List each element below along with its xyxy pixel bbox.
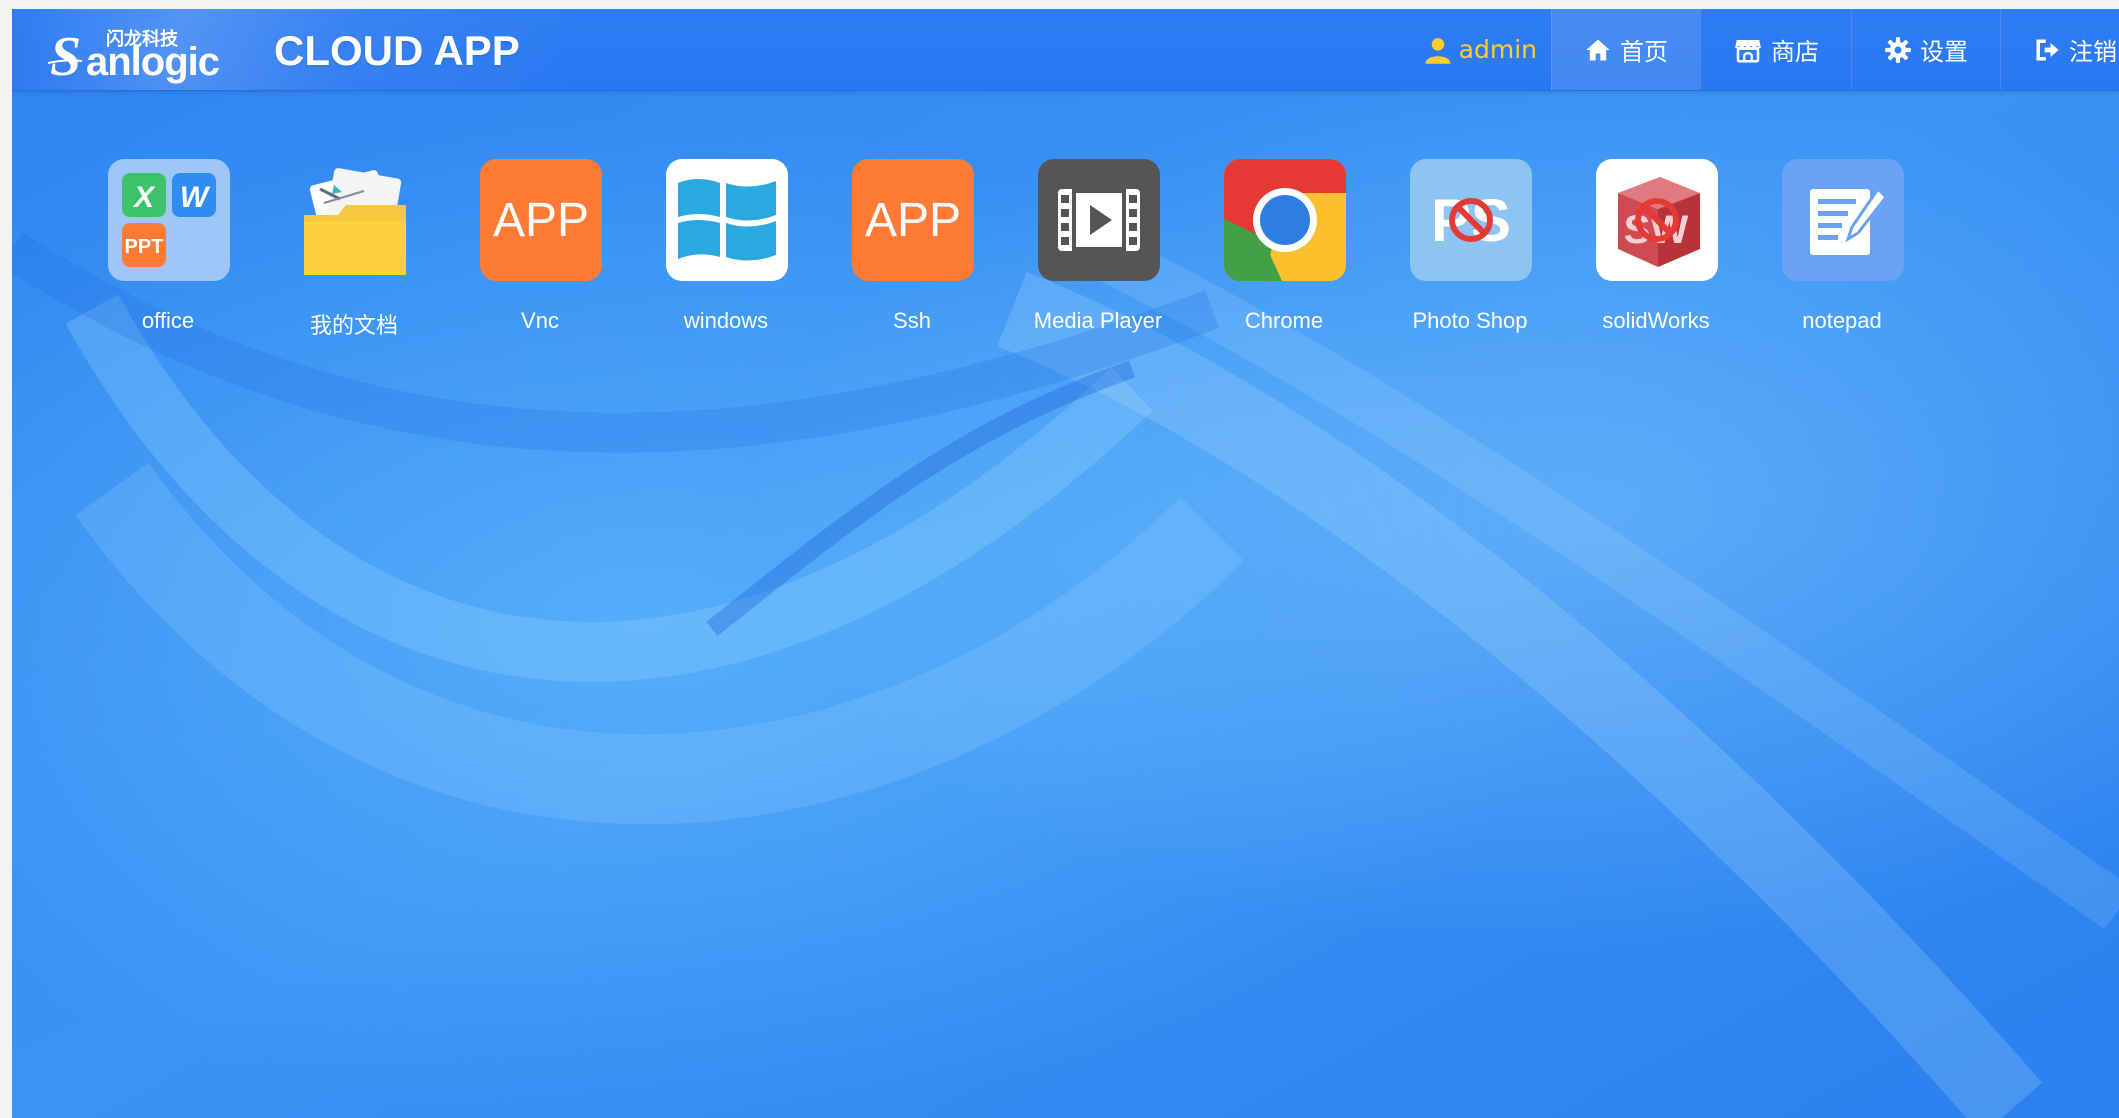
media-player-icon	[1038, 159, 1160, 281]
svg-text:APP: APP	[493, 194, 589, 247]
app-label: Ssh	[893, 308, 931, 333]
app-label: Chrome	[1244, 308, 1324, 333]
svg-text:X: X	[132, 181, 156, 214]
app-office[interactable]: X W PPT office	[75, 150, 261, 350]
photoshop-disabled-icon: PS	[1410, 159, 1532, 281]
app-label: windows	[683, 308, 769, 333]
app-label: solidWorks	[1602, 308, 1710, 333]
app-label: notepad	[1802, 308, 1882, 333]
app-grid: X W PPT office 我的文档 APP Vnc windows APP …	[12, 9, 2119, 1118]
app-photoshop[interactable]: PS Photo Shop	[1377, 150, 1563, 350]
windows-icon	[666, 159, 788, 281]
app-label: Photo Shop	[1412, 308, 1528, 333]
app-label: office	[141, 308, 195, 333]
chrome-icon	[1224, 159, 1346, 281]
svg-text:W: W	[180, 181, 211, 214]
app-solidworks[interactable]: SW solidWorks	[1563, 150, 1749, 350]
app-my-documents[interactable]: 我的文档	[261, 150, 447, 350]
app-label: Vnc	[521, 308, 559, 333]
app-label: 我的文档	[309, 313, 398, 338]
folder-icon	[294, 159, 416, 281]
svg-text:SW: SW	[1624, 208, 1689, 252]
app-ssh[interactable]: APP Ssh	[819, 150, 1005, 350]
svg-text:PPT: PPT	[125, 236, 164, 258]
svg-text:APP: APP	[865, 194, 961, 247]
app-vnc[interactable]: APP Vnc	[447, 150, 633, 350]
app-notepad[interactable]: notepad	[1749, 150, 1935, 350]
app-windows[interactable]: windows	[633, 150, 819, 350]
app-icon: APP	[480, 159, 602, 281]
app-media-player[interactable]: Media Player	[1005, 150, 1191, 350]
office-icon: X W PPT	[108, 159, 230, 281]
solidworks-disabled-icon: SW	[1596, 159, 1718, 281]
notepad-icon	[1782, 159, 1904, 281]
app-icon: APP	[852, 159, 974, 281]
app-label: Media Player	[1033, 308, 1163, 333]
app-window: S anlogic 闪龙科技 CLOUD APP admin 首页 商店 设置 …	[12, 9, 2119, 1118]
app-chrome[interactable]: Chrome	[1191, 150, 1377, 350]
